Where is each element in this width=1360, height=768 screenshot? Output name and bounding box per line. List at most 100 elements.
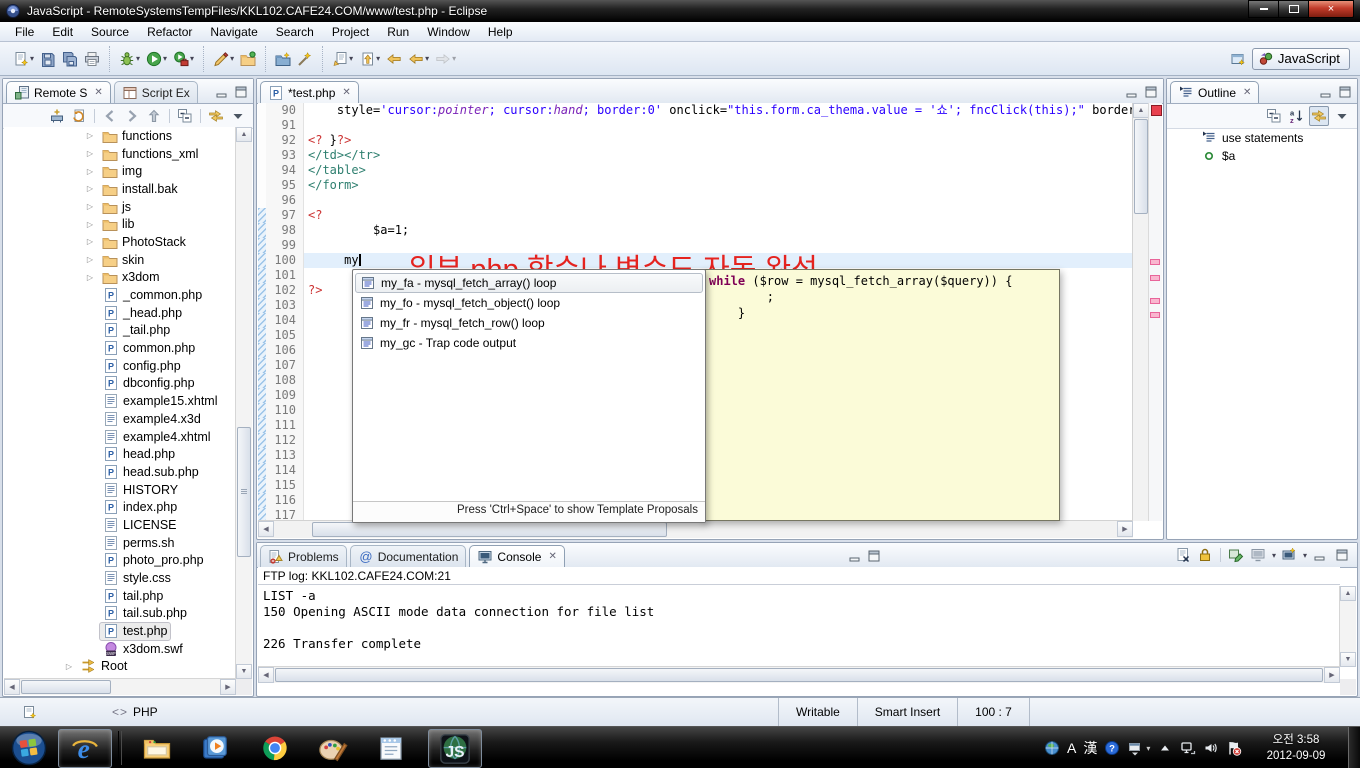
scroll-left-arrow[interactable]: ◀ xyxy=(4,679,20,695)
minimize-view-icon[interactable] xyxy=(214,84,230,100)
tree-item-photo-pro-php[interactable]: Pphoto_pro.php xyxy=(4,552,236,570)
console-output[interactable]: LIST -a 150 Opening ASCII mode data conn… xyxy=(258,586,1340,667)
remote-systems-tab-script-ex[interactable]: Script Ex xyxy=(114,81,198,103)
menu-help[interactable]: Help xyxy=(479,23,522,41)
taskbar-start-button[interactable] xyxy=(6,729,52,766)
scroll-right-arrow[interactable]: ▶ xyxy=(1117,521,1133,537)
view-menu-icon[interactable] xyxy=(229,107,247,125)
overview-occurrence-marker[interactable] xyxy=(1150,298,1160,304)
tree-item-example4-x3d[interactable]: example4.x3d xyxy=(4,410,236,428)
expander-icon[interactable]: ▷ xyxy=(82,220,98,229)
close-button[interactable]: × xyxy=(1308,0,1354,18)
pin-console-icon[interactable] xyxy=(1227,546,1245,564)
minimize-view-icon[interactable] xyxy=(1311,546,1329,564)
toolbar-external-tools-button[interactable]: ▾ xyxy=(171,49,196,69)
close-tab-icon[interactable]: ✕ xyxy=(94,87,102,98)
tree-item-test-php[interactable]: Ptest.php xyxy=(4,622,236,640)
tree-item-install-bak[interactable]: ▷install.bak xyxy=(4,180,236,198)
taskbar-media-player-button[interactable] xyxy=(190,729,240,766)
toolbar-debug-button[interactable]: ▾ xyxy=(117,49,142,69)
console-tab-console[interactable]: Console✕ xyxy=(469,545,564,567)
outline-item-a[interactable]: $a xyxy=(1167,147,1357,165)
expander-icon[interactable]: ▷ xyxy=(82,167,98,176)
dropdown-arrow-icon[interactable]: ▾ xyxy=(1272,551,1276,560)
scroll-right-arrow[interactable]: ▶ xyxy=(1324,667,1340,683)
expander-icon[interactable]: ▷ xyxy=(61,662,77,671)
toolbar-print-button[interactable] xyxy=(82,49,102,69)
open-perspective-icon[interactable] xyxy=(1230,51,1246,67)
completion-item-my-fr[interactable]: my_fr - mysql_fetch_row() loop xyxy=(355,313,703,333)
dropdown-arrow-icon[interactable]: ▾ xyxy=(230,54,234,63)
collapse-all-icon[interactable] xyxy=(176,107,194,125)
dropdown-arrow-icon[interactable]: ▾ xyxy=(30,54,34,63)
editor-vertical-scrollbar[interactable]: ▲ xyxy=(1132,103,1149,521)
toolbar-save-all-button[interactable] xyxy=(60,49,80,69)
expander-icon[interactable]: ▷ xyxy=(82,237,98,246)
tree-item-lib[interactable]: ▷lib xyxy=(4,215,236,233)
help-center-icon[interactable]: ? xyxy=(1104,740,1120,756)
tree-item-dbconfig-php[interactable]: Pdbconfig.php xyxy=(4,375,236,393)
tree-item-functions-xml[interactable]: ▷functions_xml xyxy=(4,145,236,163)
toolbar-back-to-button[interactable] xyxy=(384,49,404,69)
taskbar-chrome-button[interactable] xyxy=(250,729,300,766)
menu-navigate[interactable]: Navigate xyxy=(201,23,266,41)
menu-project[interactable]: Project xyxy=(323,23,378,41)
taskbar-windows-explorer-button[interactable] xyxy=(132,729,182,766)
toolbar-mark-occurrences-button[interactable]: ▾ xyxy=(211,49,236,69)
tray-ime-a[interactable]: A xyxy=(1067,740,1076,756)
tree-item-common-php[interactable]: Pcommon.php xyxy=(4,339,236,357)
minimize-view-icon[interactable] xyxy=(847,548,863,564)
dropdown-arrow-icon[interactable]: ▾ xyxy=(136,54,140,63)
console-vertical-scrollbar[interactable]: ▲▼ xyxy=(1339,586,1356,667)
tree-item-example4-xhtml[interactable]: example4.xhtml xyxy=(4,428,236,446)
expander-icon[interactable]: ▷ xyxy=(82,273,98,282)
display-console-icon[interactable] xyxy=(1249,546,1267,564)
toolbar-save-button[interactable] xyxy=(38,49,58,69)
scroll-up-arrow[interactable]: ▲ xyxy=(1340,586,1356,601)
dropdown-arrow-icon[interactable]: ▾ xyxy=(425,54,429,63)
completion-item-my-fa[interactable]: my_fa - mysql_fetch_array() loop xyxy=(355,273,703,293)
nav-back-icon[interactable] xyxy=(101,107,119,125)
dropdown-arrow-icon[interactable]: ▾ xyxy=(1146,744,1150,753)
dropdown-arrow-icon[interactable]: ▾ xyxy=(349,54,353,63)
tree-item-root[interactable]: ▷Root xyxy=(4,658,236,676)
completion-item-my-gc[interactable]: my_gc - Trap code output xyxy=(355,333,703,353)
menu-search[interactable]: Search xyxy=(267,23,323,41)
dropdown-arrow-icon[interactable]: ▾ xyxy=(1303,551,1307,560)
minimize-button[interactable] xyxy=(1248,0,1279,18)
tree-item-x3dom[interactable]: ▷x3dom xyxy=(4,269,236,287)
toolbar-new-wizard-button[interactable]: ▾ xyxy=(11,49,36,69)
scroll-right-arrow[interactable]: ▶ xyxy=(220,679,236,695)
tree-item-head-php[interactable]: P_head.php xyxy=(4,304,236,322)
title-bar[interactable]: JavaScript - RemoteSystemsTempFiles/KKL1… xyxy=(0,0,1360,22)
expander-icon[interactable]: ▷ xyxy=(82,255,98,264)
editor-overview-ruler[interactable] xyxy=(1148,103,1162,521)
tree-item-js[interactable]: ▷js xyxy=(4,198,236,216)
close-tab-icon[interactable]: ✕ xyxy=(1243,87,1251,98)
tree-item-x3dom-swf[interactable]: SWFx3dom.swf xyxy=(4,640,236,658)
tree-item-head-sub-php[interactable]: Phead.sub.php xyxy=(4,463,236,481)
editor-tab-test-php[interactable]: P*test.php✕ xyxy=(260,81,359,103)
toolbar-last-edit-location-button[interactable]: ▾ xyxy=(330,49,355,69)
tree-item-style-css[interactable]: style.css xyxy=(4,569,236,587)
tree-item-tail-sub-php[interactable]: Ptail.sub.php xyxy=(4,605,236,623)
menu-refactor[interactable]: Refactor xyxy=(138,23,201,41)
maximize-button[interactable] xyxy=(1278,0,1309,18)
taskbar-clock[interactable]: 오전 3:58 2012-09-09 xyxy=(1252,732,1340,764)
open-console-icon[interactable] xyxy=(1280,546,1298,564)
scroll-thumb[interactable] xyxy=(312,522,667,537)
scroll-down-arrow[interactable]: ▼ xyxy=(236,664,252,679)
file-tree-vertical-scrollbar[interactable]: ▲▼ xyxy=(235,127,252,679)
clear-console-icon[interactable] xyxy=(1174,546,1192,564)
scroll-thumb[interactable] xyxy=(275,668,1323,682)
scroll-up-arrow[interactable]: ▲ xyxy=(236,127,252,142)
minimize-view-icon[interactable] xyxy=(1318,84,1334,100)
console-tab-documentation[interactable]: @Documentation xyxy=(350,545,467,567)
scroll-up-arrow[interactable]: ▲ xyxy=(1133,103,1149,118)
tree-item-skin[interactable]: ▷skin xyxy=(4,251,236,269)
toolbar-forward-button[interactable]: ▾ xyxy=(433,49,458,69)
tree-item-example15-xhtml[interactable]: example15.xhtml xyxy=(4,392,236,410)
menu-source[interactable]: Source xyxy=(82,23,138,41)
toolbar-new-web-wizard-button[interactable] xyxy=(273,49,293,69)
nav-forward-icon[interactable] xyxy=(123,107,141,125)
